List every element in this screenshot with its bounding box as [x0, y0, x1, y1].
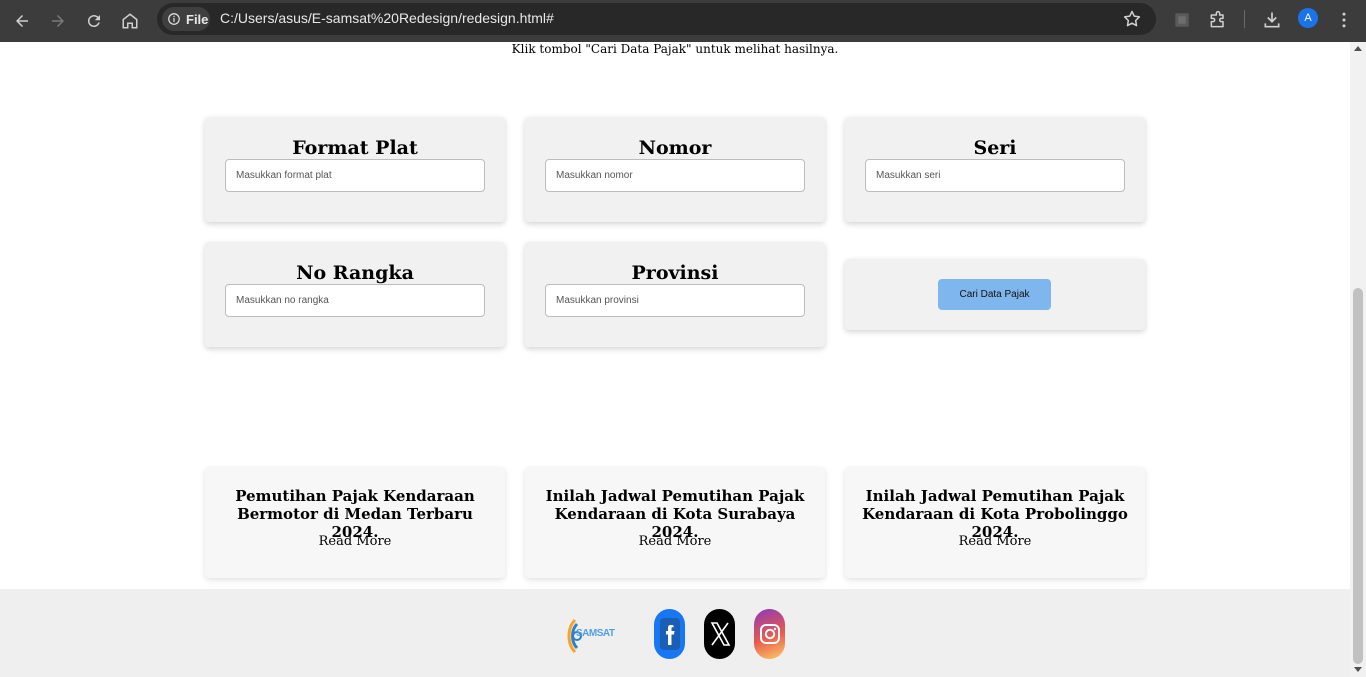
- facebook-icon: [659, 618, 680, 650]
- news-title: Inilah Jadwal Pemutihan Pajak Kendaraan …: [862, 487, 1128, 541]
- scroll-down-arrow-icon[interactable]: [1354, 667, 1362, 672]
- provinsi-card: Provinsi: [525, 242, 825, 347]
- toolbar-divider: [1244, 10, 1245, 28]
- news-card: Pemutihan Pajak Kendaraan Bermotor di Me…: [205, 467, 505, 578]
- arrow-left-icon: [16, 15, 28, 27]
- no-rangka-card: No Rangka: [205, 242, 505, 347]
- search-card: Cari Data Pajak: [845, 259, 1145, 330]
- site-info-chip[interactable]: File: [162, 7, 210, 31]
- news-title: Pemutihan Pajak Kendaraan Bermotor di Me…: [235, 487, 475, 541]
- download-icon: [1264, 12, 1280, 28]
- news-card: Inilah Jadwal Pemutihan Pajak Kendaraan …: [845, 467, 1145, 578]
- page-content: Klik tombol "Cari Data Pajak" untuk meli…: [0, 42, 1350, 677]
- format-plat-input[interactable]: [225, 159, 485, 192]
- no-rangka-input[interactable]: [225, 284, 485, 317]
- forward-button[interactable]: [45, 8, 71, 34]
- news-title: Inilah Jadwal Pemutihan Pajak Kendaraan …: [545, 487, 805, 541]
- site-info-label: File: [186, 11, 209, 27]
- back-button[interactable]: [9, 8, 35, 34]
- format-plat-card: Format Plat: [205, 117, 505, 222]
- instruction-text: Klik tombol "Cari Data Pajak" untuk meli…: [511, 42, 839, 56]
- nomor-card: Nomor: [525, 117, 825, 222]
- x-link[interactable]: [704, 609, 735, 659]
- bookmark-star-icon[interactable]: [1122, 9, 1142, 29]
- extension-button[interactable]: [1170, 8, 1194, 32]
- instagram-link[interactable]: [754, 609, 785, 659]
- reload-button[interactable]: [81, 8, 107, 34]
- facebook-link[interactable]: [654, 609, 685, 659]
- browser-menu-button[interactable]: [1332, 8, 1356, 32]
- downloads-button[interactable]: [1260, 8, 1284, 32]
- home-button[interactable]: [117, 8, 143, 34]
- samsat-logo-text: SAMSAT: [576, 628, 615, 639]
- format-plat-title: Format Plat: [292, 137, 418, 159]
- puzzle-icon: [1210, 10, 1224, 28]
- seri-input[interactable]: [865, 159, 1125, 192]
- no-rangka-title: No Rangka: [296, 262, 414, 284]
- scroll-up-arrow-icon[interactable]: [1354, 46, 1362, 51]
- nomor-input[interactable]: [545, 159, 805, 192]
- seri-card: Seri: [845, 117, 1145, 222]
- nomor-title: Nomor: [638, 137, 712, 159]
- more-vertical-icon: [1342, 12, 1346, 28]
- page-scrollbar[interactable]: [1350, 42, 1366, 677]
- read-more-link[interactable]: Read More: [205, 534, 505, 549]
- info-icon: [168, 13, 180, 25]
- home-icon: [122, 13, 138, 29]
- address-bar[interactable]: File C:/Users/asus/E-samsat%20Redesign/r…: [157, 3, 1156, 35]
- extension-square-icon: [1175, 13, 1189, 27]
- instagram-icon: [759, 624, 780, 644]
- url-text[interactable]: C:/Users/asus/E-samsat%20Redesign/redesi…: [220, 10, 554, 26]
- profile-avatar[interactable]: A: [1298, 8, 1318, 28]
- reload-icon: [87, 15, 100, 28]
- seri-title: Seri: [973, 137, 1017, 159]
- browser-toolbar: File C:/Users/asus/E-samsat%20Redesign/r…: [0, 0, 1366, 42]
- arrow-right-icon: [52, 15, 64, 27]
- extensions-menu-button[interactable]: [1206, 8, 1230, 32]
- provinsi-title: Provinsi: [631, 262, 719, 284]
- samsat-logo[interactable]: SAMSAT: [565, 614, 615, 656]
- read-more-link[interactable]: Read More: [845, 534, 1145, 549]
- search-tax-button[interactable]: Cari Data Pajak: [938, 279, 1051, 310]
- footer: SAMSAT: [0, 589, 1350, 677]
- provinsi-input[interactable]: [545, 284, 805, 317]
- x-icon: [710, 622, 730, 646]
- scroll-thumb[interactable]: [1353, 288, 1363, 664]
- read-more-link[interactable]: Read More: [525, 534, 825, 549]
- news-card: Inilah Jadwal Pemutihan Pajak Kendaraan …: [525, 467, 825, 578]
